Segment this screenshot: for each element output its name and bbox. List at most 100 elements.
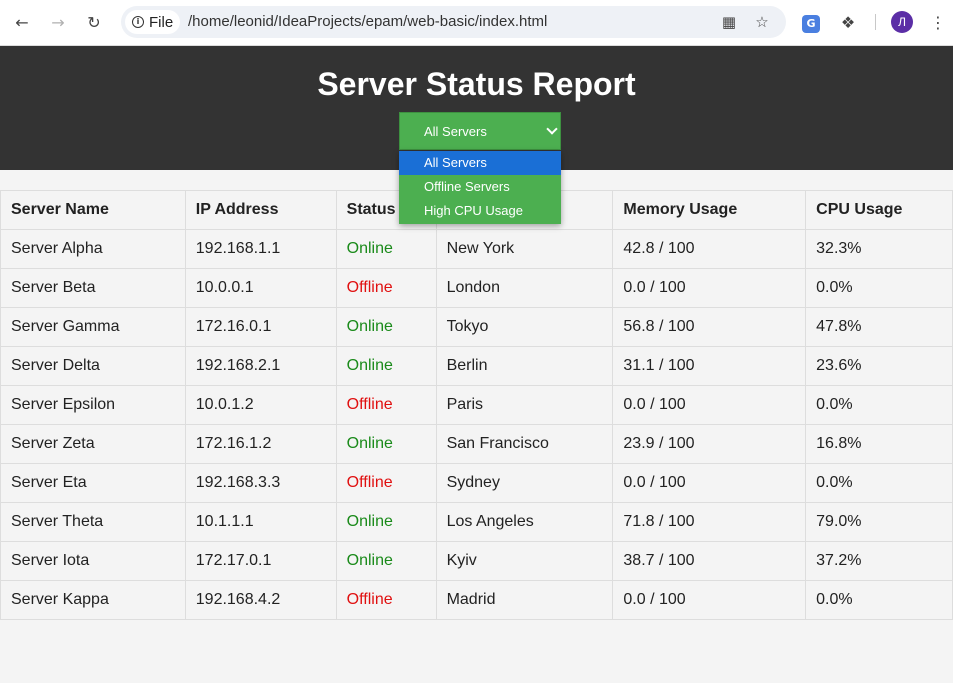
cell-location: Los Angeles xyxy=(435,502,614,542)
info-icon: i xyxy=(132,16,144,28)
cell-cpu-usage: 0.0% xyxy=(805,385,953,425)
cell-status: Offline xyxy=(335,580,437,620)
back-icon[interactable]: ← xyxy=(9,9,35,35)
cell-cpu-usage: 32.3% xyxy=(805,229,953,269)
cell-ip-address: 172.16.0.1 xyxy=(184,307,337,347)
filter-option-offline-servers[interactable]: Offline Servers xyxy=(399,175,561,199)
bookmark-star-icon[interactable]: ☆ xyxy=(751,11,773,33)
cell-location: Paris xyxy=(435,385,614,425)
google-translate-extension-icon[interactable]: G xyxy=(799,10,823,34)
table-row: Server Delta 192.168.2.1 Online Berlin 31.1 … xyxy=(0,346,953,386)
filter-option-high-cpu-usage[interactable]: High CPU Usage xyxy=(399,199,561,223)
cell-server-name: Server Gamma xyxy=(0,307,186,347)
url-text[interactable]: /home/leonid/IdeaProjects/epam/web-basic… xyxy=(188,13,547,30)
cell-cpu-usage: 0.0% xyxy=(805,580,953,620)
cell-location: Tokyo xyxy=(435,307,614,347)
profile-avatar[interactable]: Л xyxy=(891,11,913,33)
cell-ip-address: 192.168.4.2 xyxy=(184,580,337,620)
address-bar[interactable]: i File /home/leonid/IdeaProjects/epam/we… xyxy=(121,6,786,38)
cell-ip-address: 172.16.1.2 xyxy=(184,424,337,464)
cell-status: Offline xyxy=(335,385,437,425)
cell-location: Sydney xyxy=(435,463,614,503)
cell-cpu-usage: 79.0% xyxy=(805,502,953,542)
cell-server-name: Server Zeta xyxy=(0,424,186,464)
cell-cpu-usage: 0.0% xyxy=(805,268,953,308)
cell-location: London xyxy=(435,268,614,308)
cell-memory-usage: 31.1 / 100 xyxy=(612,346,807,386)
cell-ip-address: 10.0.1.2 xyxy=(184,385,337,425)
table-row: Server Beta 10.0.0.1 Offline London 0.0 / 10… xyxy=(0,268,953,308)
table-row: Server Kappa 192.168.4.2 Offline Madrid 0.0 … xyxy=(0,580,953,620)
cell-location: Madrid xyxy=(435,580,614,620)
cell-memory-usage: 0.0 / 100 xyxy=(612,463,807,503)
cell-server-name: Server Theta xyxy=(0,502,186,542)
cell-cpu-usage: 37.2% xyxy=(805,541,953,581)
cell-server-name: Server Kappa xyxy=(0,580,186,620)
table-row: Server Alpha 192.168.1.1 Online New York 42.… xyxy=(0,229,953,269)
cell-memory-usage: 23.9 / 100 xyxy=(612,424,807,464)
filter-option-all-servers[interactable]: All Servers xyxy=(399,151,561,175)
cell-status: Online xyxy=(335,229,437,269)
cell-memory-usage: 42.8 / 100 xyxy=(612,229,807,269)
cell-server-name: Server Iota xyxy=(0,541,186,581)
cell-ip-address: 172.17.0.1 xyxy=(184,541,337,581)
cell-location: Kyiv xyxy=(435,541,614,581)
cell-server-name: Server Eta xyxy=(0,463,186,503)
header-ip-address: IP Address xyxy=(184,190,337,230)
table-row: Server Epsilon 10.0.1.2 Offline Paris 0.0 / … xyxy=(0,385,953,425)
cell-location: San Francisco xyxy=(435,424,614,464)
cell-status: Online xyxy=(335,307,437,347)
cell-memory-usage: 56.8 / 100 xyxy=(612,307,807,347)
cell-ip-address: 192.168.1.1 xyxy=(184,229,337,269)
cell-memory-usage: 38.7 / 100 xyxy=(612,541,807,581)
cell-location: New York xyxy=(435,229,614,269)
cell-memory-usage: 0.0 / 100 xyxy=(612,385,807,425)
cell-cpu-usage: 16.8% xyxy=(805,424,953,464)
chevron-down-icon xyxy=(546,123,558,135)
cell-cpu-usage: 0.0% xyxy=(805,463,953,503)
header-cpu-usage: CPU Usage xyxy=(805,190,953,230)
cell-server-name: Server Alpha xyxy=(0,229,186,269)
cell-ip-address: 192.168.3.3 xyxy=(184,463,337,503)
cell-cpu-usage: 23.6% xyxy=(805,346,953,386)
table-row: Server Eta 192.168.3.3 Offline Sydney 0.0 / … xyxy=(0,463,953,503)
cell-server-name: Server Epsilon xyxy=(0,385,186,425)
cell-status: Online xyxy=(335,346,437,386)
server-table: Server Name IP Address Status Location M… xyxy=(0,190,953,620)
table-row: Server Iota 172.17.0.1 Online Kyiv 38.7 / 10… xyxy=(0,541,953,581)
toolbar-divider xyxy=(875,14,876,30)
server-filter-select[interactable]: All Servers xyxy=(399,112,561,150)
cell-server-name: Server Delta xyxy=(0,346,186,386)
page-title: Server Status Report xyxy=(317,66,636,102)
cell-server-name: Server Beta xyxy=(0,268,186,308)
cell-location: Berlin xyxy=(435,346,614,386)
table-row: Server Theta 10.1.1.1 Online Los Angeles 71.… xyxy=(0,502,953,542)
extensions-puzzle-icon[interactable]: ❖ xyxy=(836,10,860,34)
forward-icon[interactable]: → xyxy=(45,9,71,35)
cell-status: Online xyxy=(335,502,437,542)
server-table-body: Server Alpha 192.168.1.1 Online New York 42.… xyxy=(0,229,953,620)
browser-toolbar: ← → ↻ i File /home/leonid/IdeaProjects/e… xyxy=(0,0,953,46)
cell-memory-usage: 0.0 / 100 xyxy=(612,580,807,620)
cell-status: Online xyxy=(335,424,437,464)
cell-ip-address: 192.168.2.1 xyxy=(184,346,337,386)
cell-cpu-usage: 47.8% xyxy=(805,307,953,347)
cell-status: Online xyxy=(335,541,437,581)
site-info-chip[interactable]: i File xyxy=(125,10,180,34)
menu-kebab-icon[interactable]: ⋮ xyxy=(926,10,950,34)
cell-ip-address: 10.1.1.1 xyxy=(184,502,337,542)
header-memory-usage: Memory Usage xyxy=(612,190,807,230)
server-filter-dropdown: All Servers Offline Servers High CPU Usa… xyxy=(399,151,561,224)
cell-memory-usage: 0.0 / 100 xyxy=(612,268,807,308)
cell-status: Offline xyxy=(335,268,437,308)
table-row: Server Zeta 172.16.1.2 Online San Francisco… xyxy=(0,424,953,464)
cell-memory-usage: 71.8 / 100 xyxy=(612,502,807,542)
header-server-name: Server Name xyxy=(0,190,186,230)
cell-status: Offline xyxy=(335,463,437,503)
table-row: Server Gamma 172.16.0.1 Online Tokyo 56.8 / … xyxy=(0,307,953,347)
url-scheme-label: File xyxy=(149,13,174,31)
reload-icon[interactable]: ↻ xyxy=(81,9,107,35)
translate-page-icon[interactable]: ▦ xyxy=(718,11,740,33)
cell-ip-address: 10.0.0.1 xyxy=(184,268,337,308)
server-filter-value: All Servers xyxy=(424,123,487,139)
